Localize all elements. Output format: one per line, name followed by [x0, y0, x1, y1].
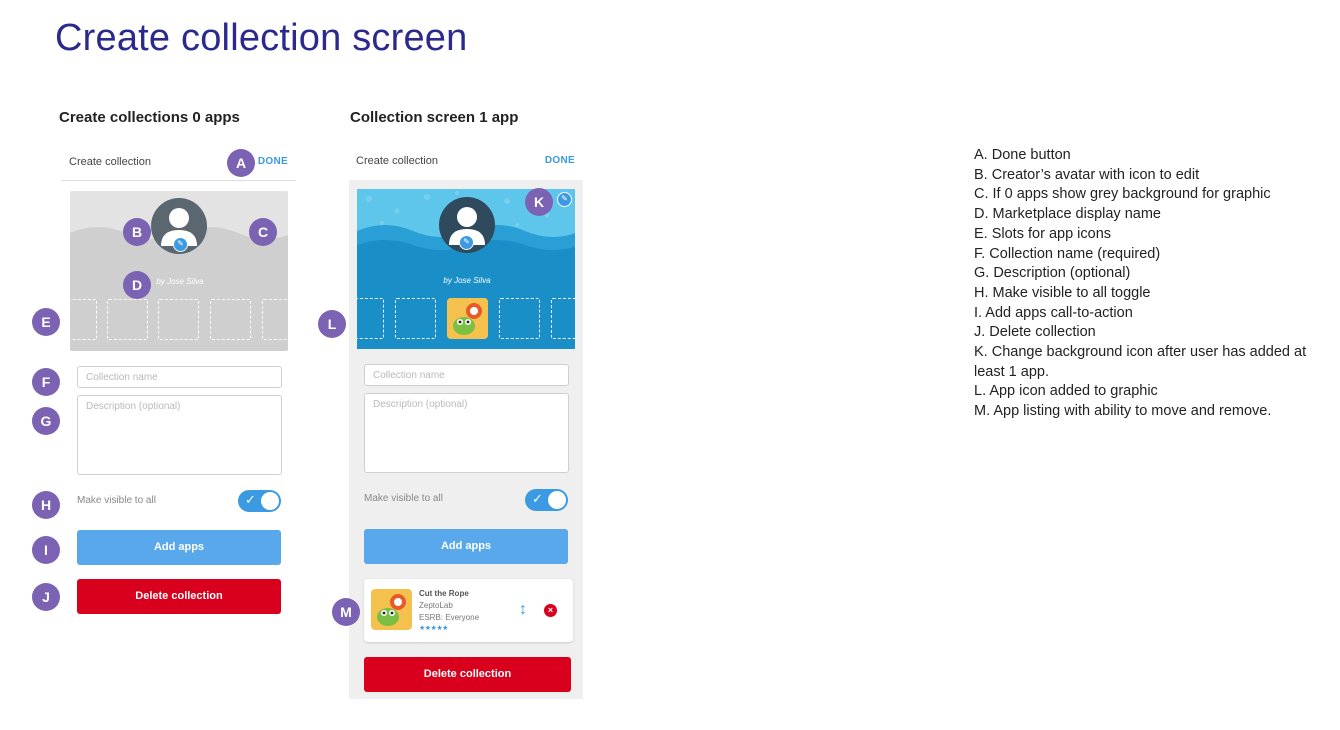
app-slot — [107, 299, 148, 340]
legend-item: C. If 0 apps show grey background for gr… — [974, 186, 1271, 203]
change-background-icon[interactable]: ✎ — [557, 192, 572, 207]
check-icon: ✓ — [532, 491, 543, 506]
page-title: Create collection screen — [55, 17, 468, 59]
visibility-toggle-label: Make visible to all — [364, 493, 443, 504]
annotation-badge-j: J — [32, 583, 60, 611]
annotation-badge-b: B — [123, 218, 151, 246]
legend-item: K. Change background icon after user has… — [974, 344, 1307, 380]
legend-item: B. Creator’s avatar with icon to edit — [974, 166, 1200, 183]
annotation-badge-l: L — [318, 310, 346, 338]
annotation-badge-f: F — [32, 368, 60, 396]
visibility-toggle[interactable]: ✓ — [238, 490, 281, 512]
delete-collection-button[interactable]: Delete collection — [77, 579, 281, 614]
annotation-badge-e: E — [32, 308, 60, 336]
edit-avatar-pencil-icon[interactable]: ✎ — [459, 235, 474, 250]
annotation-badge-d: D — [123, 271, 151, 299]
delete-collection-button[interactable]: Delete collection — [364, 657, 571, 692]
legend-item: M. App listing with ability to move and … — [974, 403, 1272, 420]
annotation-badge-g: G — [32, 407, 60, 435]
app-developer: ZeptoLab — [419, 601, 453, 610]
annotation-legend: A. Done button B. Creator’s avatar with … — [974, 146, 1334, 422]
added-app-icon — [447, 298, 488, 339]
right-header-bar: Create collection DONE — [349, 144, 583, 180]
edit-avatar-pencil-icon[interactable]: ✎ — [173, 237, 188, 252]
creator-byline: by Jose Silva — [443, 276, 491, 285]
legend-item: G. Description (optional) — [974, 265, 1131, 282]
legend-item: L. App icon added to graphic — [974, 383, 1158, 400]
app-slot — [210, 299, 251, 340]
move-vertical-icon[interactable]: ↕ — [516, 599, 530, 621]
annotation-badge-h: H — [32, 491, 60, 519]
app-name: Cut the Rope — [419, 589, 469, 598]
left-header-bar: Create collection DONE — [62, 145, 296, 181]
legend-item: J. Delete collection — [974, 324, 1096, 341]
toggle-knob — [548, 491, 566, 509]
app-stars: ★★★★★ — [419, 625, 448, 632]
left-hero-graphic: ✎ by Jose Silva — [70, 191, 288, 351]
toggle-knob — [261, 492, 279, 510]
annotation-badge-c: C — [249, 218, 277, 246]
app-slot — [70, 299, 97, 340]
cut-the-rope-icon — [371, 589, 412, 630]
header-title: Create collection — [69, 156, 151, 168]
annotation-badge-i: I — [32, 536, 60, 564]
right-column-heading: Collection screen 1 app — [350, 109, 519, 126]
legend-item: I. Add apps call-to-action — [974, 304, 1133, 321]
annotation-badge-k: K — [525, 188, 553, 216]
app-slot — [551, 298, 575, 339]
left-column-heading: Create collections 0 apps — [59, 109, 240, 126]
app-slot — [158, 299, 199, 340]
annotation-badge-a: A — [227, 149, 255, 177]
app-rating: ESRB: Everyone — [419, 613, 480, 622]
app-slot — [262, 299, 288, 340]
header-title: Create collection — [356, 155, 438, 167]
done-button[interactable]: DONE — [545, 155, 575, 166]
right-phone-mockup: Create collection DONE ✎ ✎ by Jose Silva — [349, 144, 583, 699]
cut-the-rope-icon — [447, 298, 488, 339]
legend-item: A. Done button — [974, 147, 1071, 163]
remove-icon[interactable]: × — [544, 604, 557, 617]
visibility-toggle[interactable]: ✓ — [525, 489, 568, 511]
legend-item: E. Slots for app icons — [974, 225, 1112, 242]
app-listing[interactable]: Cut the Rope ZeptoLab ESRB: Everyone ★★★… — [364, 579, 573, 642]
description-textarea[interactable]: Description (optional) — [364, 393, 569, 473]
app-slot — [395, 298, 436, 339]
legend-item: F. Collection name (required) — [974, 245, 1161, 262]
description-textarea[interactable]: Description (optional) — [77, 395, 282, 475]
done-button[interactable]: DONE — [258, 156, 288, 167]
check-icon: ✓ — [245, 492, 256, 507]
legend-item: H. Make visible to all toggle — [974, 284, 1151, 301]
app-listing-icon — [371, 589, 412, 630]
add-apps-button[interactable]: Add apps — [364, 529, 568, 564]
app-slot — [357, 298, 384, 339]
app-slot — [499, 298, 540, 339]
collection-name-input[interactable]: Collection name — [364, 364, 569, 386]
collection-name-input[interactable]: Collection name — [77, 366, 282, 388]
visibility-toggle-label: Make visible to all — [77, 495, 156, 506]
annotation-badge-m: M — [332, 598, 360, 626]
add-apps-button[interactable]: Add apps — [77, 530, 281, 565]
legend-item: D. Marketplace display name — [974, 206, 1161, 223]
